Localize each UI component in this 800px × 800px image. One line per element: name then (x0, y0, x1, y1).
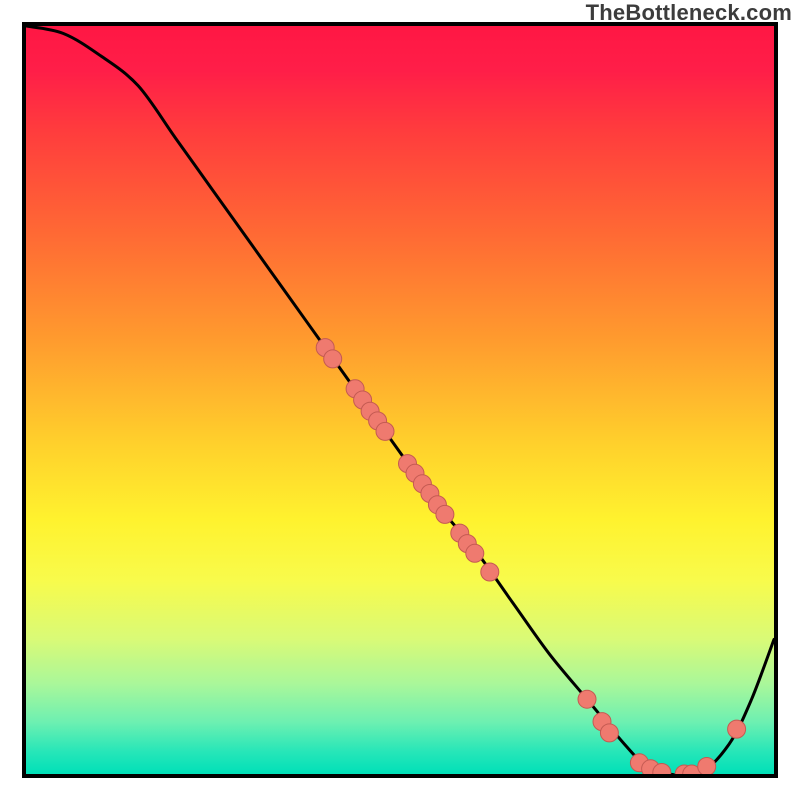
data-point-dot (324, 350, 342, 368)
data-point-dot (728, 720, 746, 738)
plot-area (22, 22, 778, 778)
data-point-dot (436, 505, 454, 523)
data-point-dot (481, 563, 499, 581)
chart-frame: TheBottleneck.com (0, 0, 800, 800)
data-point-dot (466, 544, 484, 562)
data-point-dot (698, 758, 716, 775)
data-point-dot (578, 690, 596, 708)
bottleneck-curve-line (26, 26, 774, 774)
data-point-dot (600, 724, 618, 742)
highlighted-dots-group (316, 339, 745, 774)
data-point-dot (376, 422, 394, 440)
curve-layer (26, 26, 774, 774)
